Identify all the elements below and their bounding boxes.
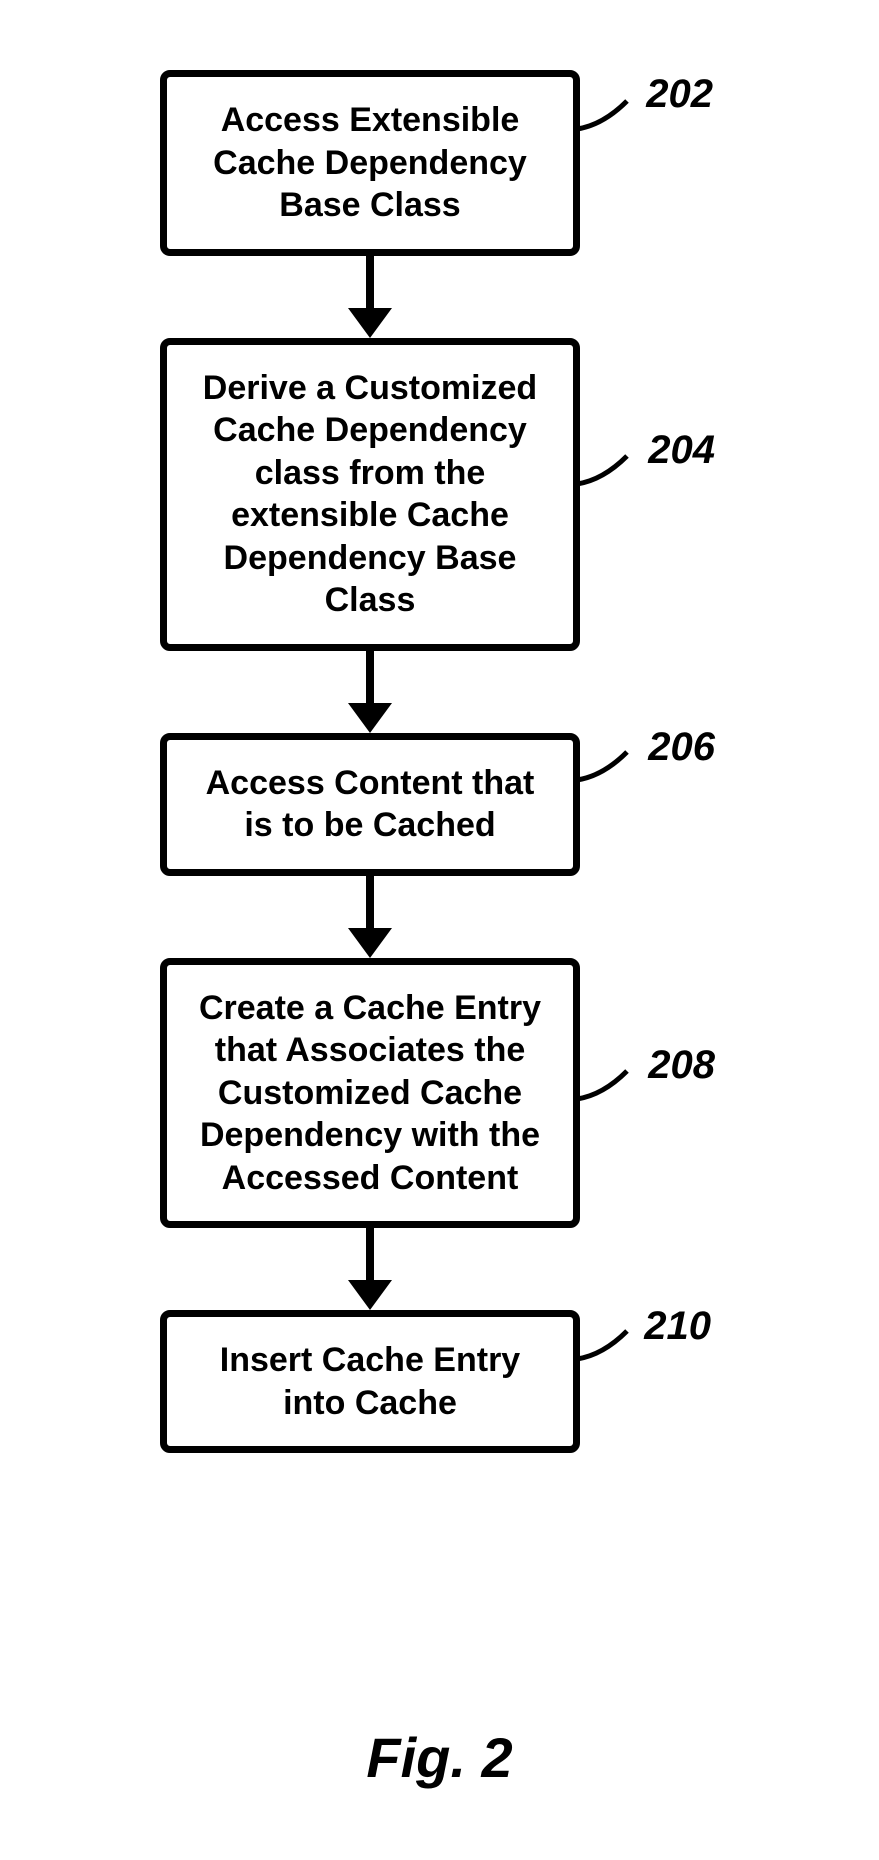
- ref-number: 202: [646, 69, 713, 119]
- ref-connector: [575, 1325, 635, 1365]
- ref-number: 208: [648, 1040, 715, 1090]
- step-text: Create a Cache Entry that Associates the…: [199, 989, 541, 1197]
- flowchart: Access Extensible Cache Dependency Base …: [120, 70, 620, 1453]
- ref-number: 206: [648, 722, 715, 772]
- step-text: Access Content that is to be Cached: [206, 764, 535, 845]
- flow-step-210: Insert Cache Entry into Cache 210: [160, 1310, 580, 1453]
- step-text: Insert Cache Entry into Cache: [220, 1341, 520, 1422]
- ref-connector: [575, 746, 635, 786]
- ref-connector: [575, 450, 635, 490]
- flow-step-204: Derive a Customized Cache Dependency cla…: [160, 338, 580, 651]
- step-text: Access Extensible Cache Dependency Base …: [213, 101, 527, 224]
- step-text: Derive a Customized Cache Dependency cla…: [203, 369, 537, 620]
- ref-number: 204: [648, 425, 715, 475]
- flow-step-208: Create a Cache Entry that Associates the…: [160, 958, 580, 1229]
- flow-step-206: Access Content that is to be Cached 206: [160, 733, 580, 876]
- flow-arrow: [348, 651, 392, 733]
- ref-connector: [575, 95, 635, 135]
- ref-connector: [575, 1065, 635, 1105]
- flow-arrow: [348, 1228, 392, 1310]
- figure-caption: Fig. 2: [0, 1725, 879, 1790]
- flow-arrow: [348, 256, 392, 338]
- ref-number: 210: [644, 1301, 711, 1351]
- flow-arrow: [348, 876, 392, 958]
- flow-step-202: Access Extensible Cache Dependency Base …: [160, 70, 580, 256]
